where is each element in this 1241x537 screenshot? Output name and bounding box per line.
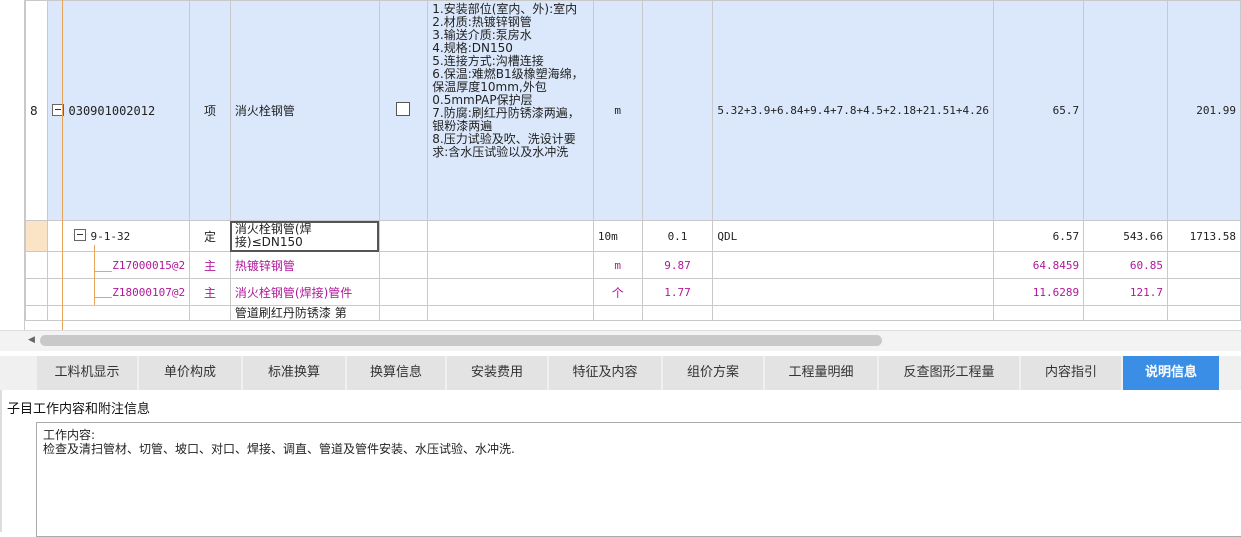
- price-cell[interactable]: 543.66: [1083, 220, 1168, 252]
- unit-cell[interactable]: m: [592, 0, 643, 221]
- tree-line: [94, 245, 95, 305]
- name-cell[interactable]: 消火栓钢管(焊接)≤DN150: [229, 220, 380, 252]
- total-cell[interactable]: 1713.58: [1166, 220, 1241, 252]
- table-row[interactable]: Z17000015@2 主 热镀锌钢管 m 9.87 64.8459 60.85: [25, 251, 1241, 279]
- scroll-left-icon[interactable]: ◀: [28, 335, 35, 345]
- horizontal-scrollbar[interactable]: ◀: [0, 330, 1241, 351]
- work-content-text: 检查及清扫管材、切管、坡口、对口、焊接、调直、管道及管件安装、水压试验、水冲洗.: [43, 442, 515, 456]
- checkbox-cell[interactable]: [378, 0, 429, 221]
- row-number: [25, 278, 48, 306]
- collapse-icon[interactable]: [73, 229, 86, 241]
- total-cell[interactable]: [1166, 251, 1241, 279]
- expression-cell[interactable]: 5.32+3.9+6.84+9.4+7.8+4.5+2.18+21.51+4.2…: [712, 0, 994, 221]
- expression-cell[interactable]: [712, 251, 994, 279]
- tab-quantity-detail[interactable]: 工程量明细: [765, 356, 879, 390]
- type-cell[interactable]: 定: [189, 220, 231, 252]
- unit-cell[interactable]: m: [592, 251, 643, 279]
- type-cell[interactable]: 主: [189, 278, 231, 306]
- description-textarea[interactable]: 工作内容: 检查及清扫管材、切管、坡口、对口、焊接、调直、管道及管件安装、水压试…: [36, 422, 1241, 537]
- content-qty-cell[interactable]: 1.77: [641, 278, 714, 306]
- checkbox-cell[interactable]: [378, 278, 429, 306]
- detail-tabbar: 工料机显示 单价构成 标准换算 换算信息 安装费用 特征及内容 组价方案 工程量…: [0, 356, 1241, 390]
- row-number: [25, 251, 48, 279]
- row-number: 8: [25, 0, 48, 221]
- quantity-cell[interactable]: 64.8459: [992, 251, 1085, 279]
- table-row[interactable]: 9-1-32 定 消火栓钢管(焊接)≤DN150 10m 0.1 QDL 6.5…: [25, 220, 1241, 252]
- grid-left-gutter: [0, 0, 25, 330]
- name-cell[interactable]: 管道刷红丹防锈漆 第: [229, 305, 380, 321]
- content-qty-cell[interactable]: 0.1: [641, 220, 714, 252]
- tab-conversion-info[interactable]: 换算信息: [347, 356, 447, 390]
- section-heading: 子目工作内容和附注信息: [7, 402, 151, 417]
- content-qty-cell[interactable]: [641, 0, 714, 221]
- checkbox[interactable]: [396, 102, 411, 116]
- price-cell[interactable]: 121.7: [1083, 278, 1168, 306]
- quantity-cell[interactable]: 11.6289: [992, 278, 1085, 306]
- unit-cell[interactable]: 10m: [592, 220, 643, 252]
- name-cell[interactable]: 热镀锌钢管: [229, 251, 380, 279]
- name-cell[interactable]: 消火栓钢管(焊接)管件: [229, 278, 380, 306]
- type-cell[interactable]: 项: [189, 0, 231, 221]
- quantity-cell[interactable]: 6.57: [992, 220, 1085, 252]
- tab-pricing-plan[interactable]: 组价方案: [663, 356, 765, 390]
- tree-line: [94, 271, 112, 272]
- content-qty-cell[interactable]: 9.87: [641, 251, 714, 279]
- tree-line: [94, 297, 112, 298]
- unit-cell[interactable]: 个: [592, 278, 643, 306]
- feature-cell[interactable]: [427, 220, 594, 252]
- quota-table: 8 030901002012 项 消火栓钢管 1.安装部位(室内、外):室内 2…: [25, 0, 1241, 321]
- tab-features[interactable]: 特征及内容: [549, 356, 663, 390]
- type-cell[interactable]: 主: [189, 251, 231, 279]
- code-cell[interactable]: 9-1-32: [46, 220, 191, 252]
- code-cell[interactable]: Z17000015@2: [46, 251, 191, 279]
- code-cell[interactable]: [46, 305, 191, 321]
- tab-labor-material-machine[interactable]: 工料机显示: [37, 356, 139, 390]
- table-row[interactable]: Z18000107@2 主 消火栓钢管(焊接)管件 个 1.77 11.6289…: [25, 278, 1241, 306]
- code-cell[interactable]: Z18000107@2: [46, 278, 191, 306]
- price-cell[interactable]: 60.85: [1083, 251, 1168, 279]
- feature-cell[interactable]: [427, 278, 594, 306]
- tab-standard-conversion[interactable]: 标准换算: [243, 356, 347, 390]
- row-number: [25, 305, 48, 321]
- code-cell[interactable]: 030901002012: [46, 0, 191, 221]
- table-row[interactable]: 8 030901002012 项 消火栓钢管 1.安装部位(室内、外):室内 2…: [25, 0, 1241, 221]
- checkbox-cell[interactable]: [378, 251, 429, 279]
- expression-cell[interactable]: QDL: [712, 220, 994, 252]
- expression-cell[interactable]: [712, 278, 994, 306]
- price-cell[interactable]: [1083, 0, 1168, 221]
- tab-unit-price[interactable]: 单价构成: [139, 356, 243, 390]
- feature-cell[interactable]: [427, 251, 594, 279]
- tab-content-guide[interactable]: 内容指引: [1021, 356, 1123, 390]
- tree-line: [62, 0, 63, 330]
- total-cell[interactable]: [1166, 278, 1241, 306]
- name-cell[interactable]: 消火栓钢管: [229, 0, 380, 221]
- tab-description[interactable]: 说明信息: [1123, 356, 1221, 390]
- scrollbar-thumb[interactable]: [40, 335, 882, 346]
- quantity-cell[interactable]: 65.7: [992, 0, 1085, 221]
- feature-cell[interactable]: 1.安装部位(室内、外):室内 2.材质:热镀锌钢管 3.输送介质:泵房水 4.…: [427, 0, 594, 221]
- tab-reverse-lookup[interactable]: 反查图形工程量: [879, 356, 1021, 390]
- work-content-label: 工作内容:: [43, 428, 96, 442]
- total-cell[interactable]: 201.99: [1166, 0, 1241, 221]
- quota-grid[interactable]: 8 030901002012 项 消火栓钢管 1.安装部位(室内、外):室内 2…: [0, 0, 1241, 330]
- checkbox-cell[interactable]: [378, 220, 429, 252]
- type-cell[interactable]: [189, 305, 231, 321]
- tab-install-fees[interactable]: 安装费用: [447, 356, 549, 390]
- row-number: [25, 220, 48, 252]
- table-row[interactable]: 管道刷红丹防锈漆 第: [25, 305, 1241, 321]
